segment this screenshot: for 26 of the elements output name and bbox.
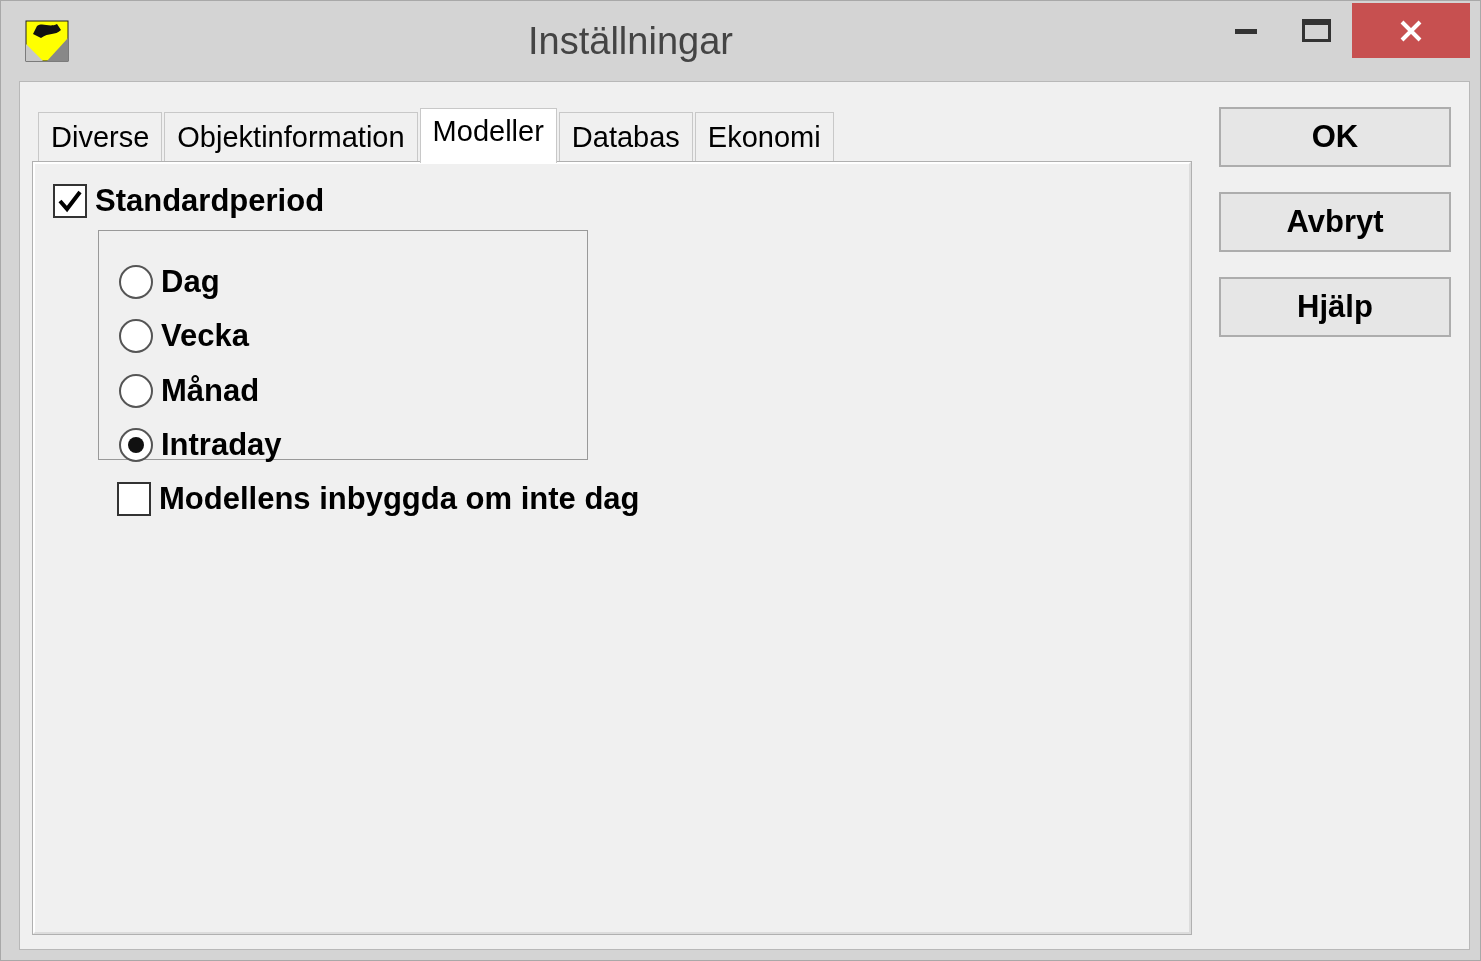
radio-button[interactable] — [119, 264, 153, 299]
minimize-icon — [1235, 26, 1259, 35]
maximize-icon — [1302, 18, 1332, 43]
radio-button[interactable] — [119, 428, 153, 463]
tab[interactable]: Diverse — [38, 112, 163, 162]
radio-label: Intraday — [161, 426, 282, 464]
tab[interactable]: Objektinformation — [164, 112, 418, 162]
tab[interactable]: Databas — [558, 112, 693, 162]
checkbox[interactable] — [53, 184, 87, 219]
checkbox-label: Modellens inbyggda om inte dag — [159, 479, 640, 518]
radio-button[interactable] — [119, 319, 153, 354]
checkbox-label: Standardperiod — [95, 182, 325, 220]
checkbox[interactable] — [117, 481, 151, 516]
close-icon — [1400, 19, 1422, 42]
tab[interactable]: Modeller — [419, 108, 557, 163]
radio-button[interactable] — [119, 373, 153, 408]
window-title: Inställningar — [527, 18, 734, 64]
radio-label: Dag — [161, 262, 220, 301]
radio-label: Vecka — [161, 317, 249, 355]
radio-label: Månad — [161, 371, 260, 410]
close-button[interactable] — [1352, 3, 1470, 58]
tab[interactable]: Ekonomi — [694, 112, 834, 162]
dialog-button[interactable]: OK — [1219, 107, 1451, 167]
dialog-button[interactable]: Hjälp — [1219, 277, 1451, 337]
dialog-button[interactable]: Avbryt — [1219, 192, 1451, 252]
app-icon — [25, 20, 69, 62]
